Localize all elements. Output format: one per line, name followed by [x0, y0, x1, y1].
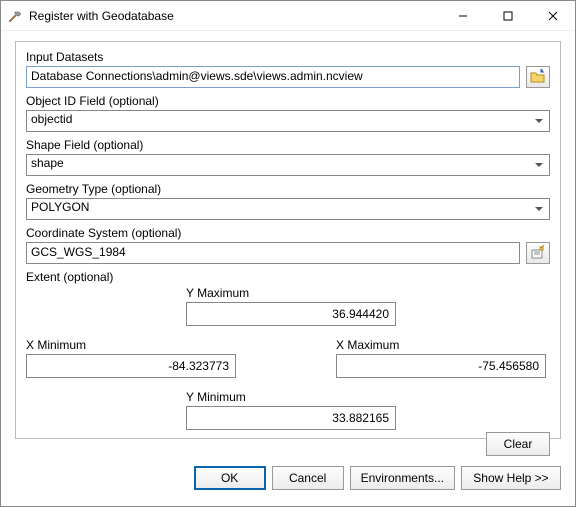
input-datasets-field[interactable]: Database Connections\admin@views.sde\vie… — [26, 66, 520, 88]
object-id-value: objectid — [31, 112, 72, 126]
object-id-label: Object ID Field (optional) — [26, 94, 550, 108]
cancel-button[interactable]: Cancel — [272, 466, 344, 490]
footer: OK Cancel Environments... Show Help >> — [1, 460, 575, 506]
minimize-button[interactable] — [440, 1, 485, 30]
coord-sys-label: Coordinate System (optional) — [26, 226, 550, 240]
object-id-select[interactable]: objectid — [26, 110, 550, 132]
extent-label: Extent (optional) — [26, 270, 550, 284]
geometry-type-value: POLYGON — [31, 200, 89, 214]
content-area: Input Datasets Database Connections\admi… — [1, 31, 575, 460]
ok-button[interactable]: OK — [194, 466, 266, 490]
coord-sys-browse-button[interactable] — [526, 242, 550, 264]
shape-field-value: shape — [31, 156, 64, 170]
x-min-input[interactable] — [26, 354, 236, 378]
input-datasets-label: Input Datasets — [26, 50, 550, 64]
environments-button[interactable]: Environments... — [350, 466, 455, 490]
y-max-input[interactable] — [186, 302, 396, 326]
y-max-label: Y Maximum — [186, 286, 396, 300]
shape-field-label: Shape Field (optional) — [26, 138, 550, 152]
y-min-label: Y Minimum — [186, 390, 396, 404]
close-button[interactable] — [530, 1, 575, 30]
browse-button[interactable] — [526, 66, 550, 88]
hammer-icon — [7, 8, 23, 24]
dialog-window: Register with Geodatabase Input Datasets… — [0, 0, 576, 507]
form-panel: Input Datasets Database Connections\admi… — [15, 41, 561, 439]
clear-button[interactable]: Clear — [486, 432, 550, 456]
x-max-label: X Maximum — [336, 338, 546, 352]
geometry-type-label: Geometry Type (optional) — [26, 182, 550, 196]
y-min-input[interactable] — [186, 406, 396, 430]
shape-field-select[interactable]: shape — [26, 154, 550, 176]
geometry-type-select[interactable]: POLYGON — [26, 198, 550, 220]
window-title: Register with Geodatabase — [29, 9, 440, 23]
show-help-button[interactable]: Show Help >> — [461, 466, 561, 490]
x-max-input[interactable] — [336, 354, 546, 378]
x-min-label: X Minimum — [26, 338, 236, 352]
maximize-button[interactable] — [485, 1, 530, 30]
extent-grid: Y Maximum X Minimum X Maximum Y Minimum … — [26, 286, 550, 456]
titlebar: Register with Geodatabase — [1, 1, 575, 31]
coord-sys-field[interactable]: GCS_WGS_1984 — [26, 242, 520, 264]
